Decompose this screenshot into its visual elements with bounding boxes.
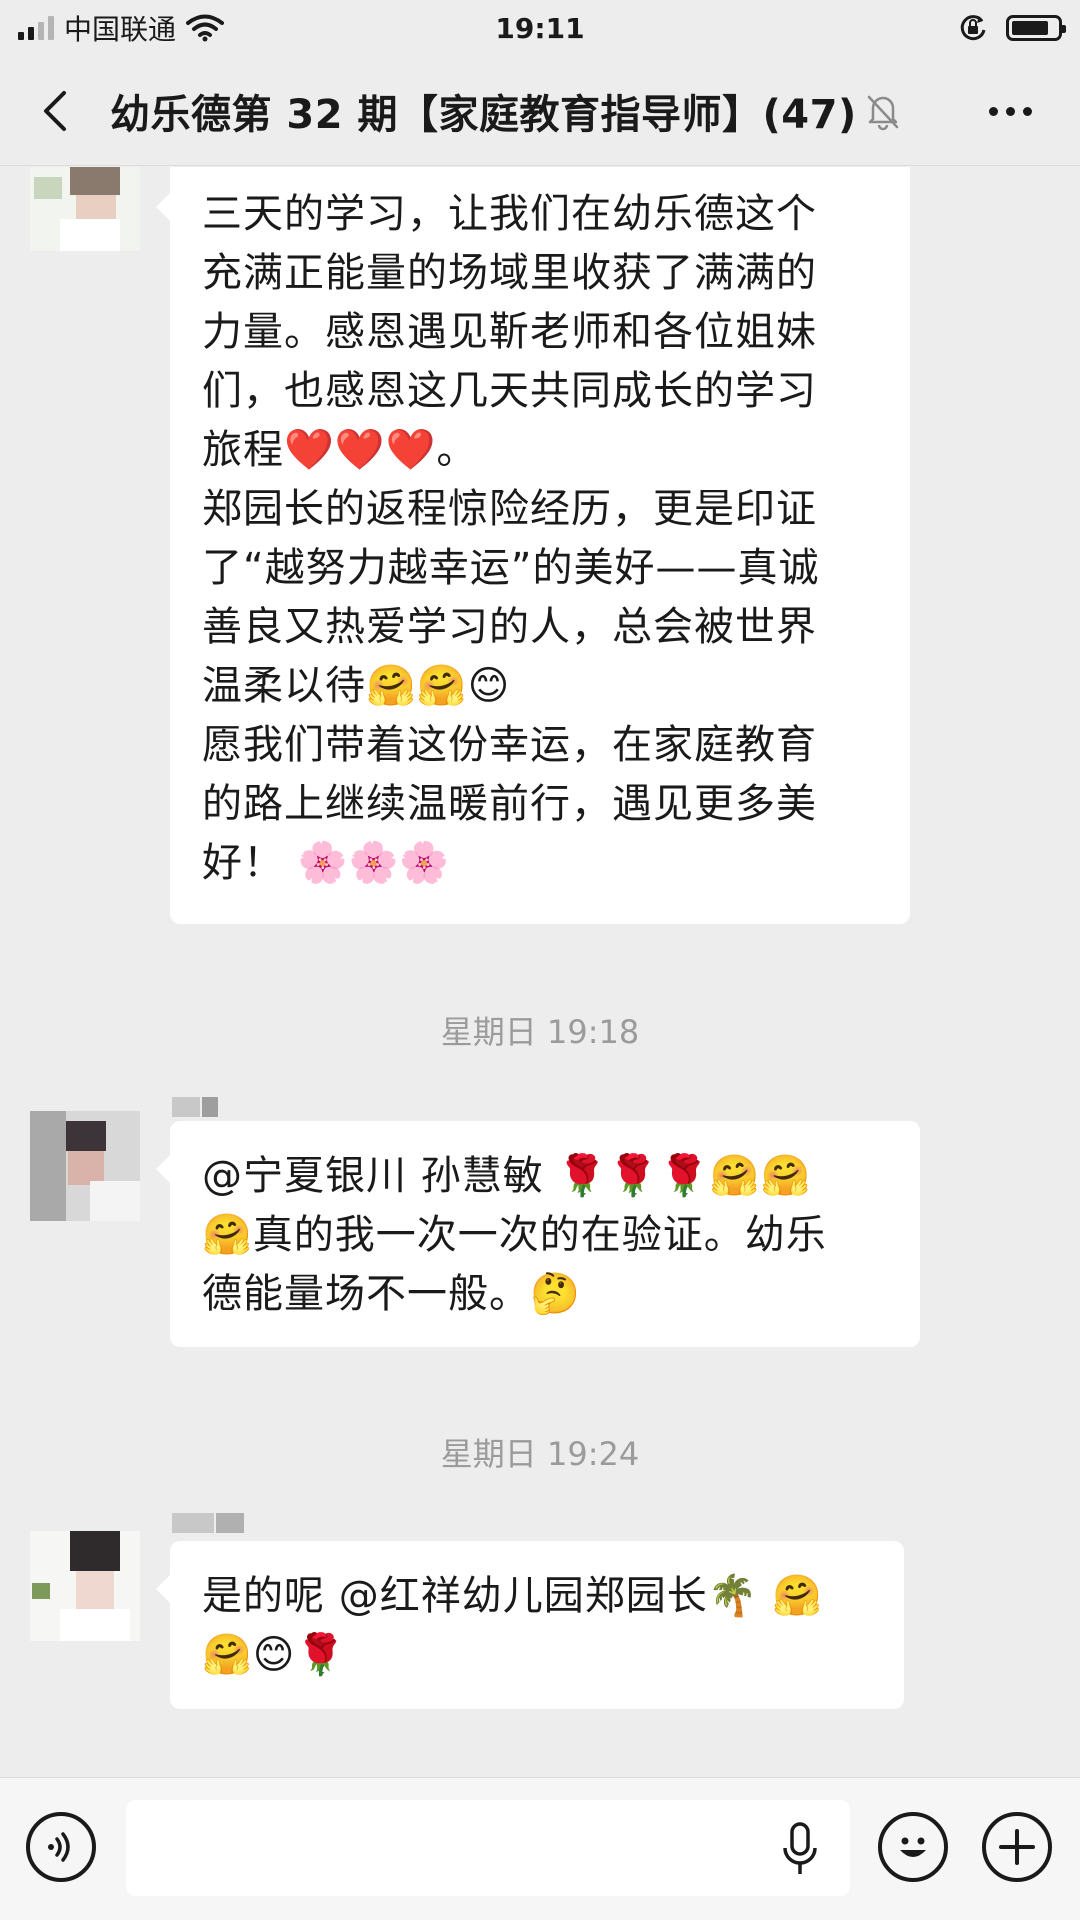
chat-title: 幼乐德第 32 期【家庭教育指导师】(47) <box>110 91 857 138</box>
more-button[interactable] <box>980 84 1040 138</box>
mute-indicator <box>865 91 901 131</box>
signal-icon <box>18 16 54 40</box>
time-separator: 星期日 19:18 <box>440 1013 640 1051</box>
status-bar: 中国联通 19:11 <box>0 0 1080 56</box>
voice-icon <box>48 1832 70 1862</box>
status-left: 中国联通 <box>18 8 225 48</box>
chevron-left-icon <box>44 90 66 131</box>
input-bar <box>0 1777 1080 1920</box>
avatar[interactable] <box>30 167 140 251</box>
message-bubble[interactable]: 三天的学习，让我们在幼乐德这个 充满正能量的场域里收获了满满的 力量。感恩遇见靳… <box>156 167 910 924</box>
emoji-icon <box>900 1837 926 1857</box>
avatar[interactable] <box>30 1111 140 1221</box>
voice-button[interactable] <box>26 1812 96 1882</box>
sender-name <box>172 1513 244 1533</box>
microphone-icon[interactable] <box>780 1820 820 1880</box>
status-right <box>958 13 1066 43</box>
plus-icon <box>999 1829 1035 1865</box>
more-dot <box>1005 106 1015 116</box>
plus-button[interactable] <box>982 1812 1052 1882</box>
message-bubble[interactable]: @宁夏银川 孙慧敏 🌹🌹🌹🤗🤗 🤗真的我一次一次的在验证。幼乐 德能量场不一般。… <box>156 1121 920 1347</box>
wifi-icon <box>186 14 225 42</box>
rotation-lock-icon <box>960 15 986 41</box>
chat-area[interactable]: 三天的学习，让我们在幼乐德这个 充满正能量的场域里收获了满满的 力量。感恩遇见靳… <box>0 167 1080 1777</box>
message-input[interactable] <box>126 1800 850 1896</box>
more-dots-icon <box>988 106 998 116</box>
avatar[interactable] <box>30 1531 140 1641</box>
battery-icon <box>1006 15 1066 41</box>
emoji-button[interactable] <box>878 1812 948 1882</box>
time-separator: 星期日 19:24 <box>440 1435 640 1473</box>
message-bubble[interactable]: 是的呢 @红祥幼儿园郑园长🌴 🤗 🤗😊🌹 <box>156 1541 904 1709</box>
sender-name <box>172 1097 218 1117</box>
more-dot <box>1022 106 1032 116</box>
bell-off-icon <box>867 95 898 130</box>
carrier-label: 中国联通 <box>64 13 177 46</box>
back-button[interactable] <box>0 56 110 166</box>
chat-header: 幼乐德第 32 期【家庭教育指导师】(47) <box>0 56 1080 166</box>
